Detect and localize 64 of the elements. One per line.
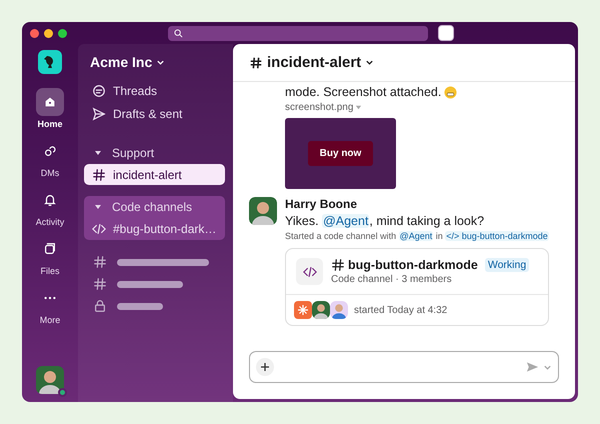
author-name[interactable]: Harry Boone bbox=[285, 197, 559, 211]
sidebar-item[interactable]: Threads bbox=[84, 80, 225, 101]
message-text: Yikes. @Agent, mind taking a look? bbox=[285, 214, 486, 228]
search-field[interactable] bbox=[168, 26, 428, 40]
system-message: Started a code channel with @Agent in </> bug-button-darkmode bbox=[285, 231, 550, 241]
caret-icon bbox=[94, 149, 102, 157]
workspace-logo[interactable] bbox=[38, 50, 62, 74]
zoom-button[interactable] bbox=[58, 28, 67, 38]
channel-item[interactable]: #bug-button-dark… bbox=[84, 218, 225, 239]
code-icon bbox=[92, 222, 106, 236]
mention-link[interactable]: @Agent bbox=[398, 231, 434, 241]
screenshot-thumbnail[interactable]: Buy now bbox=[285, 118, 396, 189]
hash-icon bbox=[249, 56, 263, 70]
channel-name[interactable]: incident-alert bbox=[267, 54, 374, 71]
channel-card[interactable]: bug-button-darkmode Working Code channel · 3 members started Today at 4:32 bbox=[285, 248, 549, 326]
card-subtitle: Code channel · 3 members bbox=[331, 274, 453, 285]
section-header[interactable]: Support bbox=[84, 143, 225, 163]
chat-bubbles-icon bbox=[43, 144, 57, 158]
mention-link[interactable]: @Agent bbox=[322, 214, 370, 228]
hash-icon bbox=[93, 255, 107, 269]
app-icon[interactable] bbox=[438, 25, 454, 41]
started-time: started Today at 4:32 bbox=[354, 304, 448, 316]
sidebar-item[interactable]: Drafts & sent bbox=[84, 103, 225, 124]
channel-item[interactable]: incident-alert bbox=[84, 164, 225, 185]
caret-icon bbox=[94, 203, 102, 211]
lock-icon bbox=[93, 299, 107, 313]
buy-now-button: Buy now bbox=[308, 141, 374, 166]
threads-icon bbox=[92, 84, 106, 98]
message-text: mode. Screenshot attached. bbox=[285, 85, 442, 99]
search-icon bbox=[174, 28, 183, 38]
user-avatar bbox=[36, 366, 64, 394]
close-button[interactable] bbox=[30, 28, 39, 38]
home-icon bbox=[43, 95, 57, 109]
workspace-switcher[interactable]: Acme Inc bbox=[84, 54, 225, 70]
sparkle-avatar-icon bbox=[294, 301, 312, 319]
plus-icon bbox=[260, 362, 270, 372]
code-icon bbox=[302, 264, 316, 278]
rail-tab[interactable]: Files bbox=[36, 235, 64, 276]
member-avatar bbox=[312, 301, 330, 319]
bell-icon bbox=[42, 193, 57, 207]
minimize-button[interactable] bbox=[44, 28, 53, 38]
author-avatar bbox=[249, 197, 277, 225]
hash-icon bbox=[92, 168, 106, 182]
mention-link[interactable]: </> bug-button-darkmode bbox=[445, 231, 549, 241]
rail-tab[interactable]: More bbox=[36, 284, 64, 325]
rail-tab[interactable]: DMs bbox=[36, 137, 64, 178]
section-header[interactable]: Code channels bbox=[84, 197, 225, 217]
file-name[interactable]: screenshot.png bbox=[285, 102, 559, 113]
card-title: bug-button-darkmode bbox=[348, 258, 478, 272]
chevron-down-icon bbox=[365, 58, 374, 67]
caret-icon bbox=[355, 104, 362, 111]
send-icon bbox=[92, 106, 106, 120]
add-button[interactable] bbox=[256, 358, 274, 376]
send-icon bbox=[526, 361, 539, 373]
placeholder-bar bbox=[117, 280, 183, 288]
status-tag: Working bbox=[484, 258, 530, 272]
files-icon bbox=[43, 242, 57, 256]
chevron-down-icon bbox=[156, 58, 166, 66]
hash-icon bbox=[93, 277, 107, 291]
hash-icon bbox=[331, 258, 345, 272]
placeholder-bar bbox=[117, 302, 163, 310]
rail-tab[interactable]: Activity bbox=[36, 186, 64, 227]
chevron-down-icon bbox=[543, 362, 552, 372]
member-avatar bbox=[330, 301, 348, 319]
